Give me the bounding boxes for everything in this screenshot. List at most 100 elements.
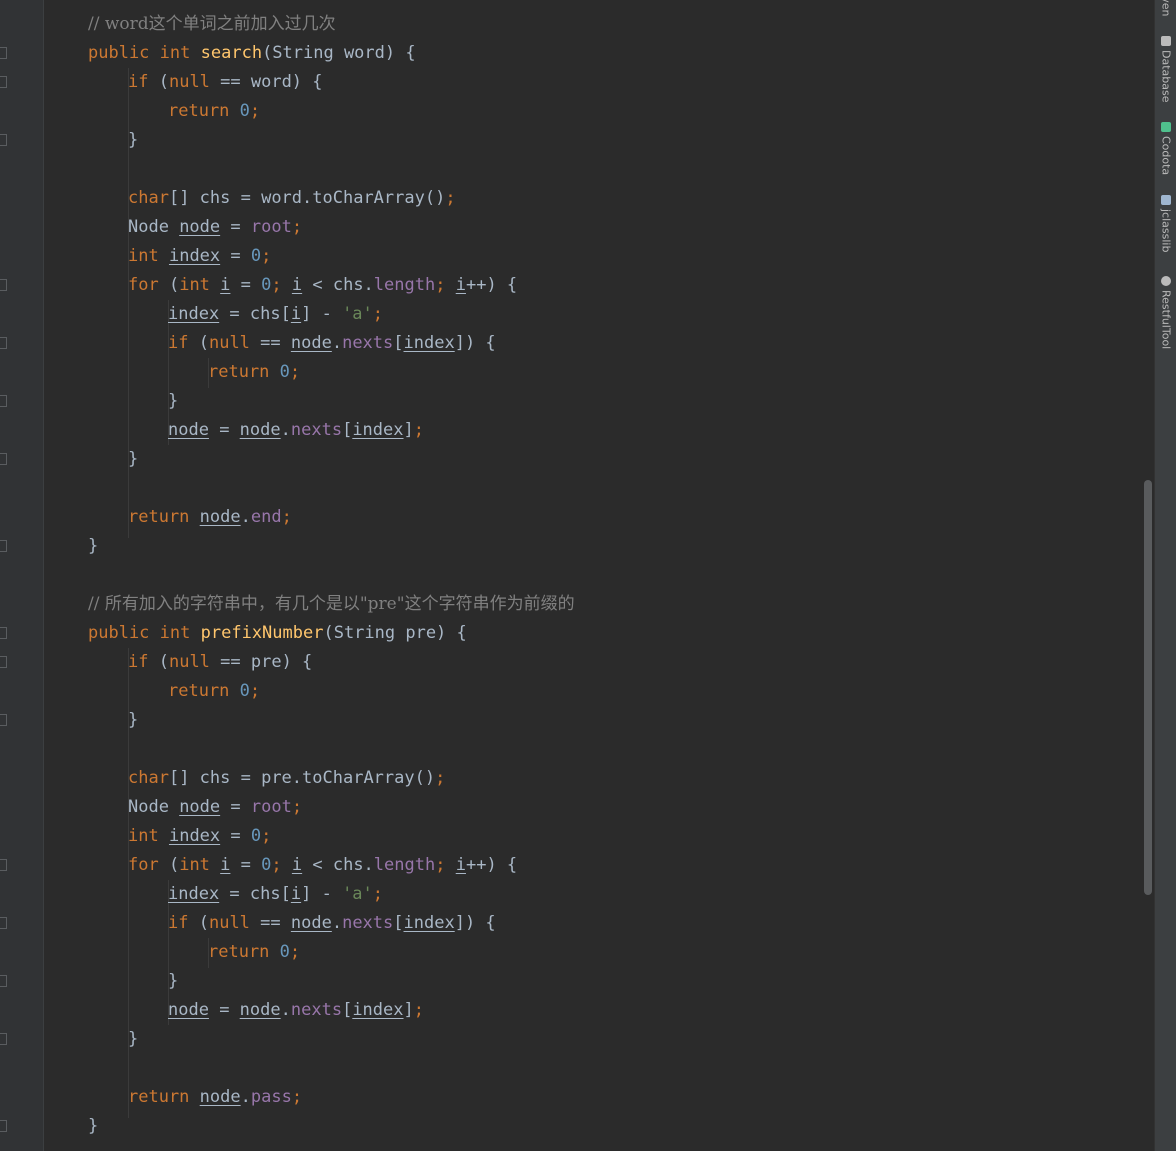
number: 0 xyxy=(250,826,262,846)
punctuation: ; xyxy=(271,855,282,875)
code-text: word xyxy=(261,188,303,208)
database-icon xyxy=(1161,36,1171,46)
code-line: index = chs[i] - 'a'; xyxy=(168,300,383,329)
variable: i xyxy=(291,275,303,295)
code-line: return 0; xyxy=(208,358,300,387)
editor-gutter xyxy=(0,0,44,1151)
field: end xyxy=(250,507,282,527)
fold-marker[interactable] xyxy=(0,453,7,465)
code-line: } xyxy=(88,1116,99,1136)
code-line: if (null == node.nexts[index]) { xyxy=(168,909,496,938)
fold-marker[interactable] xyxy=(0,279,7,291)
punctuation: ; xyxy=(372,304,384,324)
fold-marker[interactable] xyxy=(0,47,7,59)
fold-marker[interactable] xyxy=(0,76,7,88)
code-text: . xyxy=(280,1000,291,1020)
keyword: if xyxy=(168,913,189,933)
fold-marker[interactable] xyxy=(0,395,7,407)
code-text: ++ xyxy=(465,275,487,295)
tool-tab-maven[interactable]: Maven xyxy=(1158,0,1174,16)
code-line: char[] chs = word.toCharArray(); xyxy=(128,184,456,213)
code-text: . xyxy=(280,420,291,440)
code-text: ]) { xyxy=(454,913,496,933)
fold-marker[interactable] xyxy=(0,337,7,349)
keyword: return xyxy=(168,101,230,121)
scrollbar-thumb[interactable] xyxy=(1144,480,1152,895)
field: root xyxy=(250,217,292,237)
method-name: prefixNumber xyxy=(200,623,324,643)
keyword: null xyxy=(168,652,210,672)
tool-tab-codota[interactable]: Codota xyxy=(1158,122,1174,175)
code-line: return node.pass; xyxy=(128,1083,302,1112)
code-text: (String word) { xyxy=(262,43,416,63)
keyword: null xyxy=(208,913,250,933)
code-line: } xyxy=(168,971,179,991)
code-text: = xyxy=(220,246,251,266)
variable: node xyxy=(239,420,281,440)
code-line: for (int i = 0; i < chs.length; i++) { xyxy=(128,851,517,880)
punctuation: ; xyxy=(445,188,456,208)
code-text: ( xyxy=(158,275,180,295)
fold-marker[interactable] xyxy=(0,656,7,668)
code-text: . xyxy=(331,333,343,353)
keyword: char xyxy=(128,188,169,208)
punctuation: ; xyxy=(413,420,424,440)
string-literal: 'a' xyxy=(342,884,373,904)
punctuation: ; xyxy=(261,826,272,846)
codota-icon xyxy=(1161,122,1171,132)
code-text: ) { xyxy=(486,275,518,295)
punctuation: ; xyxy=(291,797,303,817)
variable: index xyxy=(168,246,221,266)
variable: node xyxy=(290,913,332,933)
code-text: [ xyxy=(393,333,404,353)
fold-marker[interactable] xyxy=(0,714,7,726)
tool-tab-label: RestfulTool xyxy=(1159,290,1173,350)
tool-tab-restfultool[interactable]: RestfulTool xyxy=(1158,276,1174,349)
tool-tab-label: Codota xyxy=(1159,136,1173,176)
code-text: pre xyxy=(261,768,292,788)
code-text: chs[ xyxy=(249,304,291,324)
field: pass xyxy=(250,1087,292,1107)
code-line: } xyxy=(128,710,139,730)
code-text: [] chs = xyxy=(168,768,262,788)
code-text: == pre) { xyxy=(209,652,313,672)
keyword: int xyxy=(128,826,159,846)
tool-tab-jclasslib[interactable]: jclasslib xyxy=(1158,195,1174,252)
code-text: ] - xyxy=(301,884,343,904)
fold-marker[interactable] xyxy=(0,975,7,987)
code-text: ] xyxy=(403,1000,414,1020)
field: root xyxy=(250,797,292,817)
variable: i xyxy=(455,855,466,875)
fold-marker[interactable] xyxy=(0,859,7,871)
code-text: ] - xyxy=(301,304,343,324)
tool-tab-database[interactable]: Database xyxy=(1158,36,1174,103)
fold-marker[interactable] xyxy=(0,134,7,146)
field: nexts xyxy=(342,913,394,933)
punctuation: ; xyxy=(435,275,446,295)
field: nexts xyxy=(290,420,343,440)
punctuation: ; xyxy=(289,942,301,962)
number: 0 xyxy=(250,246,262,266)
code-line: Node node = root; xyxy=(128,213,302,242)
code-text: = xyxy=(220,826,251,846)
code-comment: // word这个单词之前加入过几次 xyxy=(88,14,336,34)
fold-marker[interactable] xyxy=(0,917,7,929)
vertical-scrollbar[interactable] xyxy=(1142,0,1154,1151)
fold-marker[interactable] xyxy=(0,1033,7,1045)
globe-icon xyxy=(1161,276,1171,286)
keyword: return xyxy=(128,1087,190,1107)
fold-marker[interactable] xyxy=(0,1120,7,1132)
code-text: ] xyxy=(403,420,414,440)
code-text: = xyxy=(220,217,251,237)
fold-marker[interactable] xyxy=(0,540,7,552)
code-text: [] chs = xyxy=(168,188,262,208)
code-text: < chs. xyxy=(302,855,374,875)
punctuation: ; xyxy=(289,362,301,382)
fold-marker[interactable] xyxy=(0,627,7,639)
code-editor[interactable]: // word这个单词之前加入过几次 public int search(Str… xyxy=(44,0,1142,1151)
code-text: = xyxy=(208,420,240,440)
keyword: int xyxy=(128,246,159,266)
code-line: if (null == pre) { xyxy=(128,648,312,677)
code-text: ( xyxy=(148,652,169,672)
variable: i xyxy=(290,304,302,324)
